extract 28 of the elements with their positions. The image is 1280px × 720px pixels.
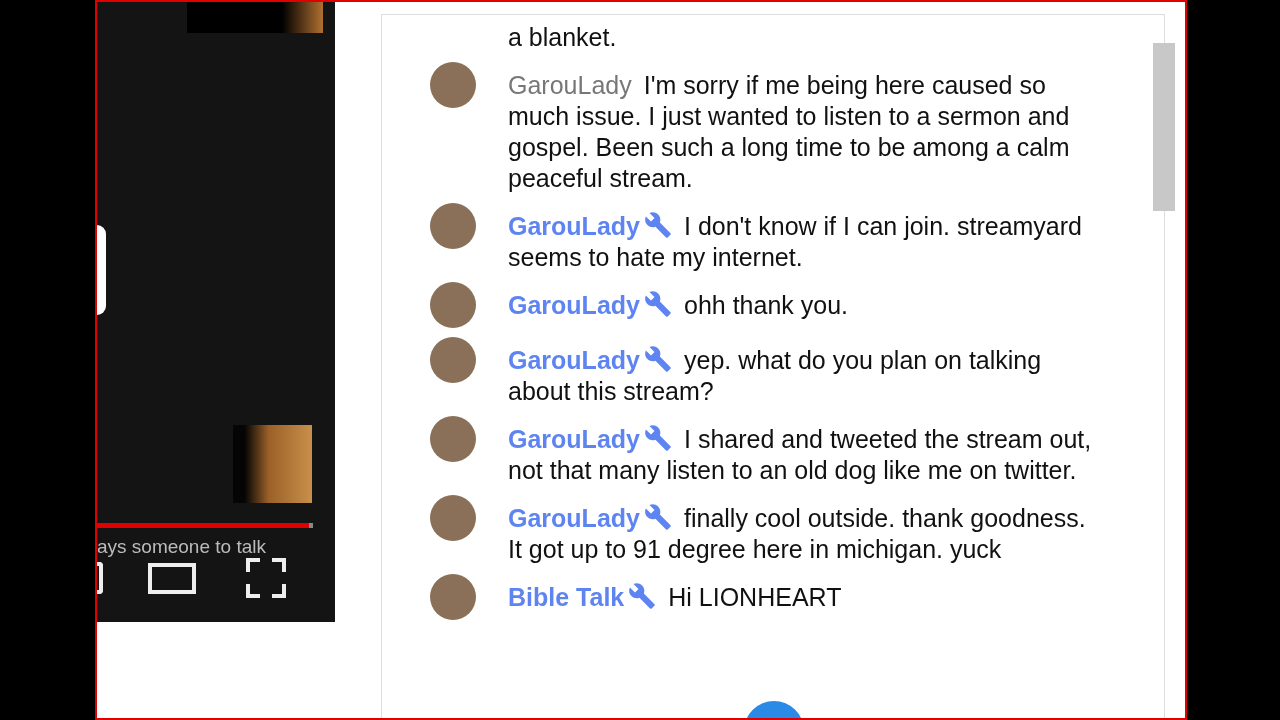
avatar	[430, 495, 476, 541]
avatar	[430, 574, 476, 620]
avatar	[430, 62, 476, 108]
caption-text: ays someone to talk	[97, 535, 266, 559]
avatar	[430, 203, 476, 249]
chat-message: GarouLady ohh thank you.	[508, 290, 849, 321]
author-link[interactable]: GarouLady	[508, 212, 640, 240]
chat-message: GarouLady yep. what do you plan on talking about this stream?	[508, 345, 1043, 407]
theater-mode-icon[interactable]	[148, 563, 196, 594]
avatar	[430, 337, 476, 383]
author-link[interactable]: GarouLady	[508, 346, 640, 374]
avatar	[430, 416, 476, 462]
author-link[interactable]: GarouLady	[508, 504, 640, 532]
author-link[interactable]: GarouLady	[508, 71, 632, 99]
author-link[interactable]: GarouLady	[508, 425, 640, 453]
chat-message: GarouLady finally cool outside. thank goodness. It got up to 91 degree here in michigan. yuck	[508, 503, 1087, 565]
control-icon[interactable]	[97, 562, 103, 594]
chat-message: GarouLady I don't know if I can join. streamyard seems to hate my internet.	[508, 211, 1083, 273]
chat-message: GarouLady I shared and tweeted the stream out, not that many listen to an old dog like me on twitter.	[508, 424, 1093, 486]
message-text: a blanket.	[508, 23, 617, 51]
author-link[interactable]: Bible Talk	[508, 583, 625, 611]
play-button[interactable]	[97, 225, 106, 315]
author-link[interactable]: GarouLady	[508, 291, 640, 319]
scrollbar-thumb[interactable]	[1153, 43, 1175, 211]
chat-message: GarouLady I'm sorry if me being here caused so much issue. I just wanted to listen to a sermon and gospel. Been such a long time to be among a calm peaceful stream.	[508, 70, 1071, 194]
fullscreen-icon[interactable]	[246, 558, 286, 598]
chat-message: Bible Talk Hi LIONHEART	[508, 582, 843, 613]
avatar	[430, 282, 476, 328]
